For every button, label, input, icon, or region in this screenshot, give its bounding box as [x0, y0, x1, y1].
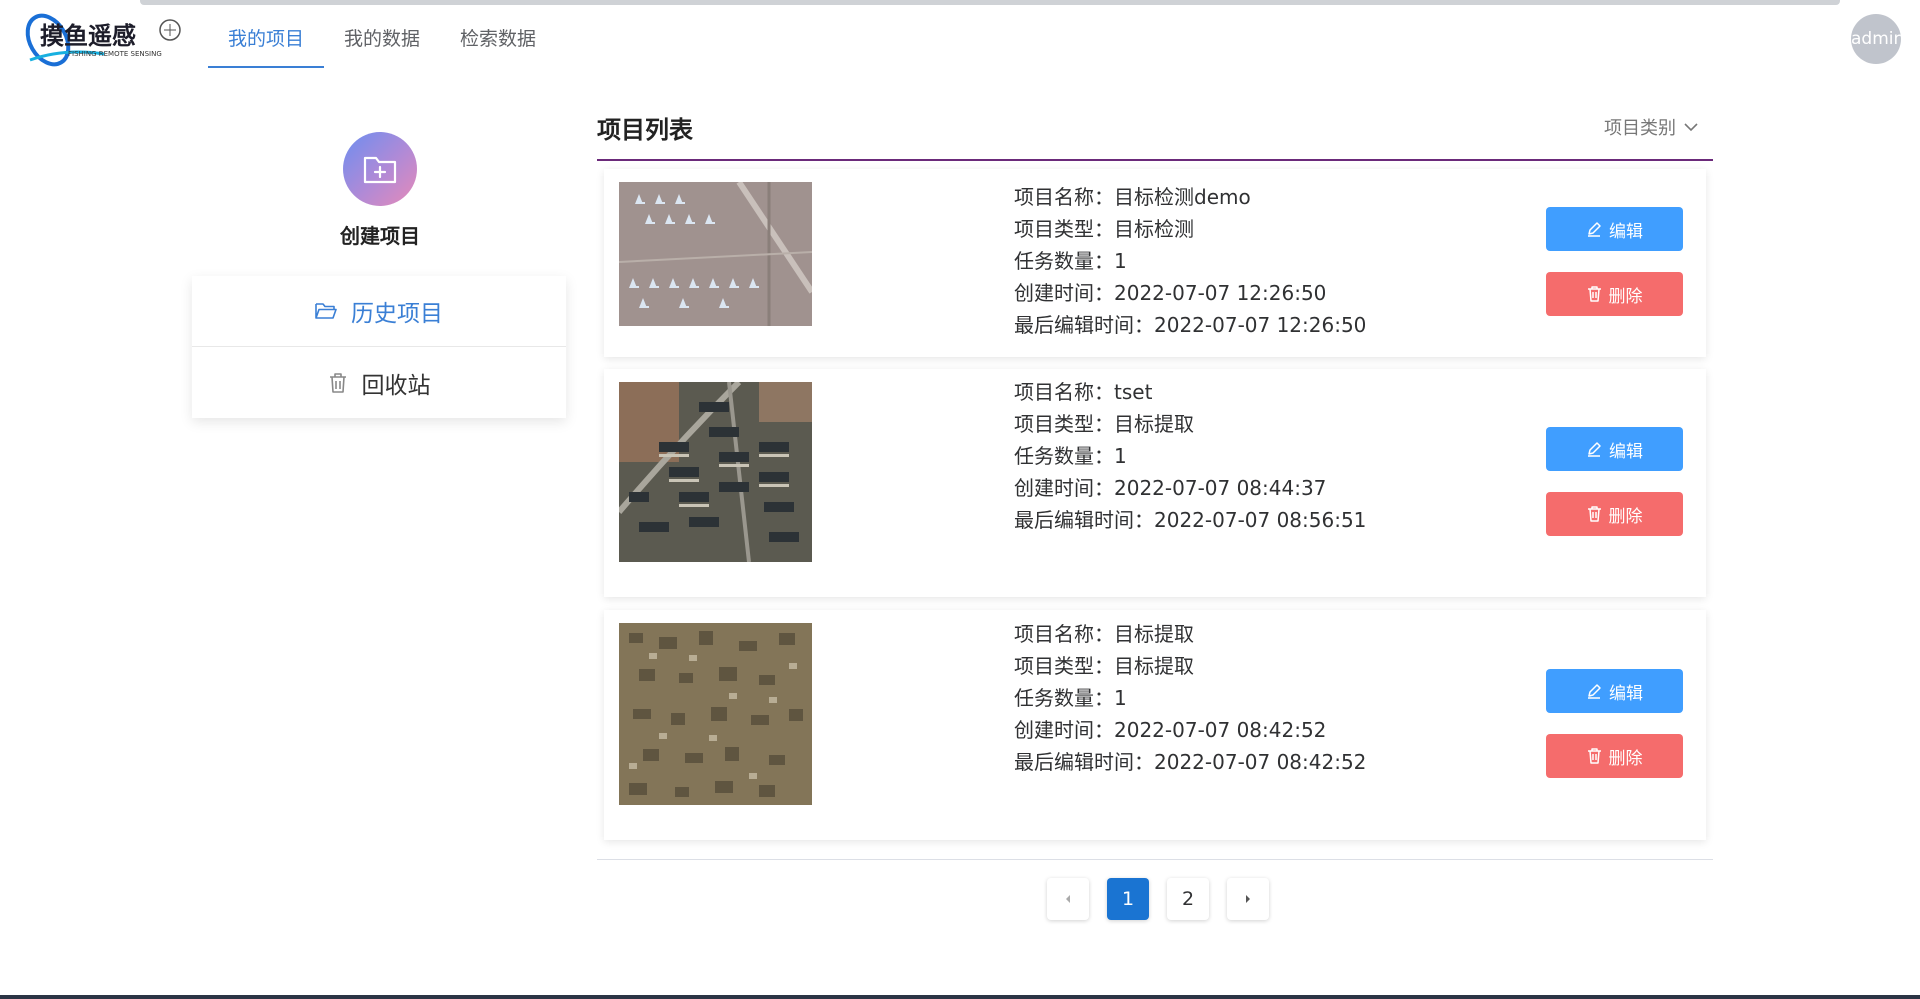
edit-icon	[1588, 684, 1601, 699]
chevron-down-icon	[1684, 123, 1698, 132]
nav-my-projects[interactable]: 我的项目	[208, 0, 325, 68]
delete-button[interactable]: 删除	[1546, 272, 1683, 316]
page-button-1[interactable]: 1	[1107, 878, 1149, 920]
delete-button-label: 删除	[1608, 506, 1643, 527]
project-task-count: 任务数量：1	[1014, 249, 1127, 273]
project-edited-time: 最后编辑时间：2022-07-07 08:42:52	[1014, 750, 1367, 774]
delete-button-label: 删除	[1608, 286, 1643, 307]
project-card: 项目名称：目标检测demo 项目类型：目标检测 任务数量：1 创建时间：2022…	[604, 169, 1706, 357]
project-name: 项目名称：目标提取	[1014, 622, 1194, 646]
project-name: 项目名称：目标检测demo	[1014, 185, 1251, 209]
project-thumbnail[interactable]	[619, 623, 812, 805]
trash-icon	[1587, 748, 1601, 764]
delete-button-label: 删除	[1608, 748, 1643, 769]
edit-button-label: 编辑	[1609, 221, 1643, 242]
page-button-2[interactable]: 2	[1167, 878, 1209, 920]
sidebar-item-history[interactable]: 历史项目	[192, 276, 566, 347]
next-page-button[interactable]	[1227, 878, 1269, 920]
sidebar-item-label: 历史项目	[351, 301, 443, 327]
title-divider	[597, 159, 1713, 161]
trash-icon	[329, 372, 346, 393]
pagination: 1 2	[1047, 878, 1287, 920]
list-divider	[597, 859, 1713, 860]
trash-icon	[1587, 286, 1601, 302]
project-task-count: 任务数量：1	[1014, 686, 1127, 710]
project-card: 项目名称：tset 项目类型：目标提取 任务数量：1 创建时间：2022-07-…	[604, 369, 1706, 597]
project-created-time: 创建时间：2022-07-07 08:42:52	[1014, 718, 1327, 742]
edit-button[interactable]: 编辑	[1546, 207, 1683, 251]
folder-open-icon	[315, 303, 337, 319]
edit-button[interactable]: 编辑	[1546, 427, 1683, 471]
delete-button[interactable]: 删除	[1546, 492, 1683, 536]
project-card: 项目名称：目标提取 项目类型：目标提取 任务数量：1 创建时间：2022-07-…	[604, 610, 1706, 840]
sidebar-menu: 历史项目 回收站	[192, 276, 566, 418]
project-thumbnail[interactable]	[619, 182, 812, 326]
edit-icon	[1588, 442, 1601, 457]
prev-page-button[interactable]	[1047, 878, 1089, 920]
edit-button[interactable]: 编辑	[1546, 669, 1683, 713]
logo-subtext: FISHING REMOTE SENSING	[68, 50, 162, 58]
create-project-label: 创建项目	[340, 224, 420, 248]
folder-add-icon	[363, 156, 397, 184]
project-edited-time: 最后编辑时间：2022-07-07 08:56:51	[1014, 508, 1367, 532]
nav-my-data[interactable]: 我的数据	[324, 0, 440, 68]
project-thumbnail[interactable]	[619, 382, 812, 562]
project-edited-time: 最后编辑时间：2022-07-07 12:26:50	[1014, 313, 1367, 337]
bottom-bar	[0, 995, 1920, 999]
delete-button[interactable]: 删除	[1546, 734, 1683, 778]
project-created-time: 创建时间：2022-07-07 12:26:50	[1014, 281, 1327, 305]
trash-icon	[1587, 506, 1601, 522]
project-task-count: 任务数量：1	[1014, 444, 1127, 468]
project-info: 项目名称：目标提取 项目类型：目标提取 任务数量：1 创建时间：2022-07-…	[1014, 618, 1366, 778]
project-type: 项目类型：目标提取	[1014, 412, 1194, 436]
project-info: 项目名称：目标检测demo 项目类型：目标检测 任务数量：1 创建时间：2022…	[1014, 181, 1366, 341]
user-avatar[interactable]: admin	[1851, 14, 1901, 64]
edit-button-label: 编辑	[1609, 683, 1643, 704]
nav-search-data[interactable]: 检索数据	[440, 0, 556, 68]
caret-right-icon	[1246, 895, 1250, 903]
edit-icon	[1588, 222, 1601, 237]
app-logo[interactable]: 摸鱼遥感 FISHING REMOTE SENSING	[24, 8, 184, 72]
project-info: 项目名称：tset 项目类型：目标提取 任务数量：1 创建时间：2022-07-…	[1014, 376, 1366, 536]
category-filter-dropdown[interactable]: 项目类别	[1604, 114, 1698, 140]
app-header: 摸鱼遥感 FISHING REMOTE SENSING 我的项目 我的数据 检索…	[0, 0, 1920, 72]
create-project-button[interactable]	[343, 132, 417, 206]
edit-button-label: 编辑	[1609, 441, 1643, 462]
create-project: 创建项目	[310, 132, 450, 249]
sidebar-item-label: 回收站	[361, 372, 431, 399]
category-filter-label: 项目类别	[1604, 118, 1676, 139]
logo-text: 摸鱼遥感	[40, 22, 136, 50]
main-nav: 我的项目 我的数据 检索数据	[208, 0, 556, 68]
project-list-title: 项目列表	[597, 116, 693, 144]
project-name: 项目名称：tset	[1014, 380, 1153, 404]
project-created-time: 创建时间：2022-07-07 08:44:37	[1014, 476, 1327, 500]
project-type: 项目类型：目标提取	[1014, 654, 1194, 678]
sidebar-item-recycle-bin[interactable]: 回收站	[192, 347, 566, 418]
caret-left-icon	[1066, 895, 1070, 903]
project-type: 项目类型：目标检测	[1014, 217, 1194, 241]
